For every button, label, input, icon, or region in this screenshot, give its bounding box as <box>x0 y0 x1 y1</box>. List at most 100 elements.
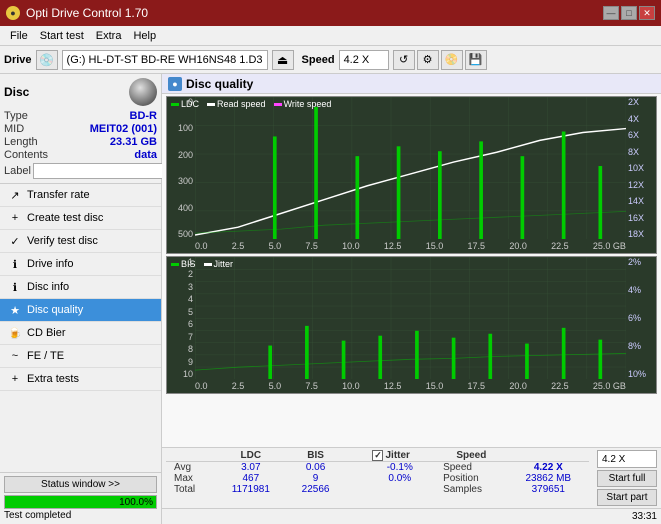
stats-area: LDC BIS ✓ Jitter Speed <box>162 447 661 508</box>
start-part-button[interactable]: Start part <box>597 489 657 506</box>
sidebar-item-label: Extra tests <box>27 373 79 385</box>
sidebar-item-label: Create test disc <box>27 212 103 224</box>
max-bis: 9 <box>287 473 345 484</box>
legend-jitter-label: Jitter <box>214 259 234 269</box>
nav-items: ↗ Transfer rate + Create test disc ✓ Ver… <box>0 184 161 472</box>
sidebar-item-verify-test-disc[interactable]: ✓ Verify test disc <box>0 230 161 253</box>
menu-bar: File Start test Extra Help <box>0 26 661 46</box>
create-test-disc-icon: + <box>8 211 22 225</box>
menu-help[interactable]: Help <box>127 29 162 43</box>
lower-chart: BIS Jitter 10987654321 10%8%6%4%2% <box>166 256 657 394</box>
disc-contents-label: Contents <box>4 149 48 161</box>
upper-chart-svg <box>195 97 626 239</box>
col-header-speed-val <box>508 450 589 462</box>
avg-bis: 0.06 <box>287 462 345 474</box>
charts-area: LDC Read speed Write speed 500 400 30 <box>162 94 661 447</box>
position-label-cell: Position <box>435 473 508 484</box>
settings-button[interactable]: ⚙ <box>417 50 439 70</box>
sidebar-item-create-test-disc[interactable]: + Create test disc <box>0 207 161 230</box>
sidebar-item-label: Verify test disc <box>27 235 98 247</box>
position-value-cell: 23862 MB <box>508 473 589 484</box>
stats-table: LDC BIS ✓ Jitter Speed <box>166 450 589 495</box>
refresh-button[interactable]: ↺ <box>393 50 415 70</box>
max-ldc: 467 <box>215 473 287 484</box>
sidebar-item-label: FE / TE <box>27 350 64 362</box>
disc-mid-value: MEIT02 (001) <box>90 123 157 135</box>
col-header-speed: Speed <box>435 450 508 462</box>
jitter-checkbox[interactable]: ✓ <box>372 450 383 461</box>
samples-value-cell: 379651 <box>508 484 589 495</box>
sidebar-item-drive-info[interactable]: ℹ Drive info <box>0 253 161 276</box>
status-bar: Status window >> 100.0% Test completed <box>0 472 161 524</box>
legend-write-speed: Write speed <box>274 99 332 109</box>
total-jitter <box>364 484 435 495</box>
fe-te-icon: ~ <box>8 349 22 363</box>
speed-select-dropdown[interactable]: 4.2 X <box>597 450 657 468</box>
disc-quality-title: Disc quality <box>186 77 253 91</box>
sidebar-item-disc-info[interactable]: ℹ Disc info <box>0 276 161 299</box>
upper-chart-y-right: 18X 16X 14X 12X 10X 8X 6X 4X 2X <box>626 97 656 239</box>
col-header-ldc: LDC <box>215 450 287 462</box>
time-display: 33:31 <box>162 508 661 524</box>
col-header-jitter: ✓ Jitter <box>364 450 435 462</box>
menu-file[interactable]: File <box>4 29 34 43</box>
disc-quality-header: ● Disc quality <box>162 74 661 94</box>
max-jitter: 0.0% <box>364 473 435 484</box>
sidebar-item-extra-tests[interactable]: + Extra tests <box>0 368 161 391</box>
menu-start-test[interactable]: Start test <box>34 29 90 43</box>
disc-read-button[interactable]: 📀 <box>441 50 463 70</box>
sidebar-item-label: CD Bier <box>27 327 66 339</box>
total-bis: 22566 <box>287 484 345 495</box>
lower-chart-x-axis: 0.02.55.07.510.012.515.017.520.022.525.0… <box>195 379 626 393</box>
disc-contents-value: data <box>134 149 157 161</box>
window-controls: — □ ✕ <box>603 6 655 20</box>
total-ldc: 1171981 <box>215 484 287 495</box>
speed-dropdown[interactable]: 4.2 X <box>339 50 389 70</box>
disc-contents-row: Contents data <box>4 149 157 161</box>
app-title: Opti Drive Control 1.70 <box>26 6 148 20</box>
sidebar-item-label: Drive info <box>27 258 73 270</box>
lower-chart-svg <box>195 257 626 379</box>
legend-ldc: LDC <box>171 99 199 109</box>
samples-label-cell: Samples <box>435 484 508 495</box>
disc-mid-label: MID <box>4 123 24 135</box>
sidebar-item-disc-quality[interactable]: ★ Disc quality <box>0 299 161 322</box>
col-header-spacer <box>344 450 364 462</box>
upper-chart-legend: LDC Read speed Write speed <box>171 99 331 109</box>
menu-extra[interactable]: Extra <box>90 29 128 43</box>
upper-chart-y-left: 500 400 300 200 100 0 <box>167 97 195 239</box>
sidebar: Disc Type BD-R MID MEIT02 (001) Length 2… <box>0 74 162 524</box>
close-button[interactable]: ✕ <box>639 6 655 20</box>
disc-label-input[interactable] <box>33 163 171 179</box>
lower-chart-y-right: 10%8%6%4%2% <box>626 257 656 379</box>
upper-chart-x-axis: 0.02.55.07.510.012.515.017.520.022.525.0… <box>195 239 626 253</box>
content-area: ● Disc quality LDC Read speed <box>162 74 661 524</box>
verify-test-disc-icon: ✓ <box>8 234 22 248</box>
total-spacer <box>344 484 364 495</box>
total-label: Total <box>166 484 215 495</box>
sidebar-item-fe-te[interactable]: ~ FE / TE <box>0 345 161 368</box>
status-text: Test completed <box>4 510 157 521</box>
maximize-button[interactable]: □ <box>621 6 637 20</box>
disc-mid-row: MID MEIT02 (001) <box>4 123 157 135</box>
disc-length-row: Length 23.31 GB <box>4 136 157 148</box>
stats-row-max: Max 467 9 0.0% Position 23862 MB <box>166 473 589 484</box>
disc-label-row: Label 🔒 <box>4 163 157 179</box>
legend-write-speed-label: Write speed <box>284 99 332 109</box>
drive-info-icon: ℹ <box>8 257 22 271</box>
legend-ldc-label: LDC <box>181 99 199 109</box>
eject-button[interactable]: ⏏ <box>272 50 294 70</box>
sidebar-item-cd-bier[interactable]: 🍺 CD Bier <box>0 322 161 345</box>
avg-spacer <box>344 462 364 474</box>
disc-icon <box>129 78 157 106</box>
status-window-button[interactable]: Status window >> <box>4 476 157 493</box>
start-full-button[interactable]: Start full <box>597 470 657 487</box>
legend-read-speed-label: Read speed <box>217 99 266 109</box>
sidebar-item-transfer-rate[interactable]: ↗ Transfer rate <box>0 184 161 207</box>
disc-info-icon: ℹ <box>8 280 22 294</box>
drive-dropdown[interactable]: (G:) HL-DT-ST BD-RE WH16NS48 1.D3 <box>62 50 268 70</box>
sidebar-item-label: Transfer rate <box>27 189 90 201</box>
save-button[interactable]: 💾 <box>465 50 487 70</box>
minimize-button[interactable]: — <box>603 6 619 20</box>
drive-icon-btn: 💿 <box>36 50 58 70</box>
